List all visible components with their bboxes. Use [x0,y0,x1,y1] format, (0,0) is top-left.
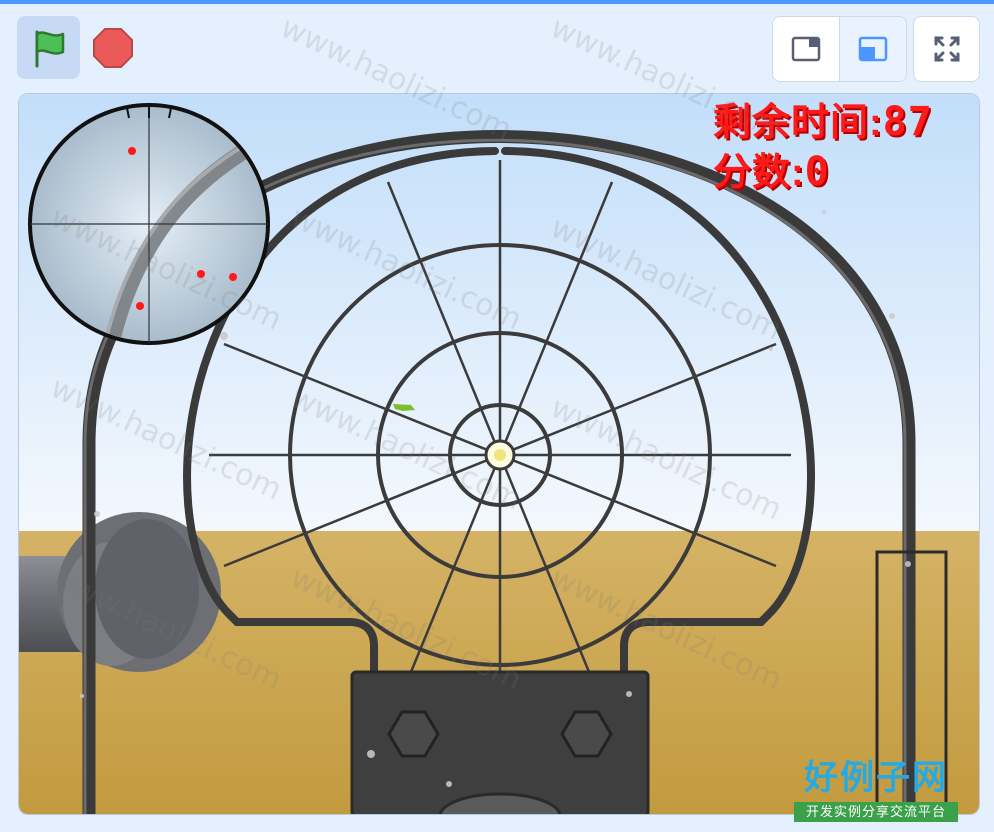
score: 分数:0 [713,152,830,193]
radar-blip [128,147,136,155]
small-stage-icon [791,36,821,62]
fullscreen-icon [934,36,959,62]
small-stage-button[interactable] [773,17,839,81]
site-logo-watermark: 好例子网 开发实例分享交流平台 [794,758,958,824]
time-value: 87 [882,99,933,145]
normal-stage-icon [858,36,888,62]
logo-subtitle: 开发实例分享交流平台 [794,802,958,822]
score-value: 0 [804,149,830,195]
normal-stage-button[interactable] [839,17,906,81]
stop-sign-icon [93,27,133,68]
score-label: 分数: [713,152,805,194]
game-scene [19,94,979,814]
radar-blip [136,302,144,310]
stage-size-toggle [772,16,907,82]
game-stage[interactable]: 剩余时间:87 分数:0 [18,93,980,815]
time-label: 剩余时间: [713,102,883,144]
radar-blip [229,273,237,281]
radar-blip [197,270,205,278]
fullscreen-button[interactable] [913,16,980,82]
mount-plate [350,670,650,814]
green-flag-icon [35,30,64,67]
logo-title: 好例子网 [804,758,948,798]
stage-toolbar [0,4,994,90]
green-flag-button[interactable] [17,16,80,79]
time-remaining: 剩余时间:87 [713,102,933,143]
stop-button[interactable] [86,16,140,79]
